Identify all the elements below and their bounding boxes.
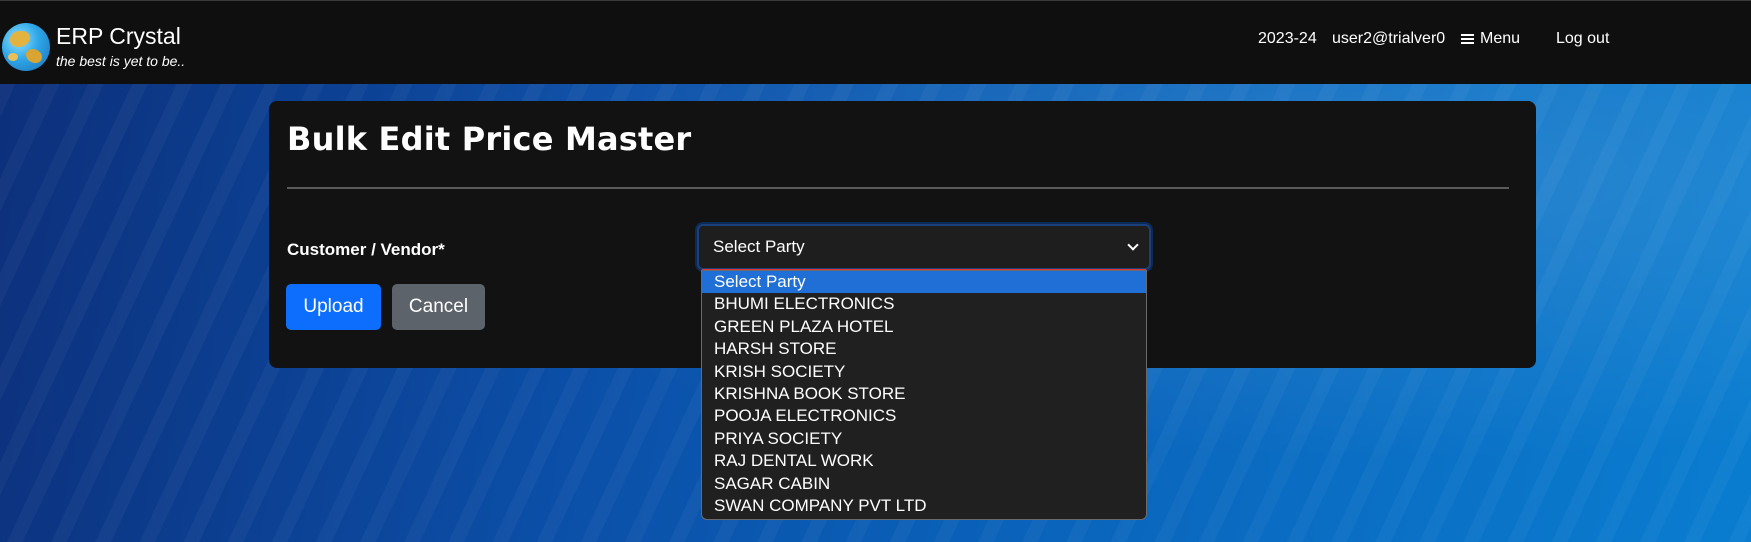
party-option[interactable]: Select Party bbox=[702, 271, 1146, 294]
party-option[interactable]: PRIYA SOCIETY bbox=[702, 428, 1146, 450]
app-tagline: the best is yet to be.. bbox=[56, 53, 186, 69]
party-select-value: Select Party bbox=[713, 237, 805, 256]
user-account[interactable]: user2@trialver0 bbox=[1332, 30, 1445, 48]
chevron-down-icon bbox=[1127, 239, 1139, 251]
party-option[interactable]: KRISH SOCIETY bbox=[702, 361, 1146, 383]
party-dropdown-list[interactable]: Select Party BHUMI ELECTRONICS GREEN PLA… bbox=[701, 270, 1147, 520]
globe-icon[interactable] bbox=[2, 23, 50, 71]
app-name[interactable]: ERP Crystal bbox=[56, 23, 181, 50]
party-option[interactable]: POOJA ELECTRONICS bbox=[702, 405, 1146, 427]
party-select[interactable]: Select Party bbox=[697, 224, 1151, 270]
party-label: Customer / Vendor* bbox=[287, 240, 445, 259]
page-title: Bulk Edit Price Master bbox=[287, 120, 692, 158]
party-option[interactable]: KRISHNA BOOK STORE bbox=[702, 383, 1146, 405]
cancel-button[interactable]: Cancel bbox=[392, 284, 485, 330]
menu-button[interactable]: Menu bbox=[1461, 30, 1520, 48]
financial-year[interactable]: 2023-24 bbox=[1258, 30, 1317, 48]
logout-link[interactable]: Log out bbox=[1556, 30, 1609, 48]
upload-button[interactable]: Upload bbox=[286, 284, 381, 330]
party-option[interactable]: RAJ DENTAL WORK bbox=[702, 450, 1146, 472]
party-option[interactable]: BHUMI ELECTRONICS bbox=[702, 293, 1146, 315]
hamburger-icon bbox=[1461, 34, 1474, 44]
party-option[interactable]: SWAN COMPANY PVT LTD bbox=[702, 495, 1146, 517]
title-divider bbox=[287, 187, 1509, 189]
menu-label: Menu bbox=[1480, 30, 1521, 47]
party-option[interactable]: SAGAR CABIN bbox=[702, 473, 1146, 495]
top-navbar: ERP Crystal the best is yet to be.. 2023… bbox=[0, 0, 1751, 84]
party-option[interactable]: GREEN PLAZA HOTEL bbox=[702, 316, 1146, 338]
party-option[interactable]: HARSH STORE bbox=[702, 338, 1146, 360]
